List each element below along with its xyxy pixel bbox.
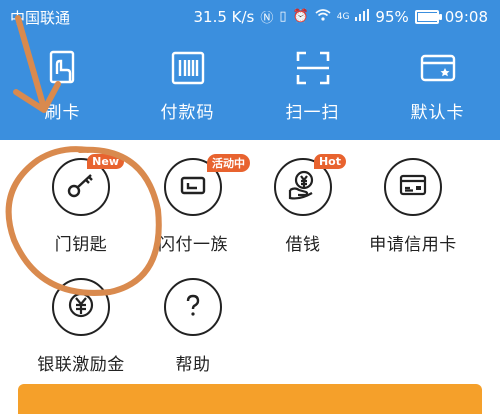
loan-icon	[286, 168, 320, 206]
hot-badge: Hot	[313, 154, 346, 169]
service-icon-circle: 活动中	[164, 154, 250, 216]
vibrate-icon: ▯	[279, 9, 287, 24]
tool-default-card[interactable]: 默认卡	[378, 48, 498, 128]
service-apply-credit-card[interactable]: 申请信用卡	[358, 158, 468, 268]
service-label: 申请信用卡	[369, 235, 457, 255]
quickpass-icon	[177, 169, 209, 205]
service-label: 借钱	[285, 235, 321, 255]
carrier-name: 中国联通	[10, 9, 71, 27]
wifi-icon	[315, 8, 331, 25]
tool-card-swipe[interactable]: 刷卡	[3, 48, 123, 128]
reward-yuan-icon	[65, 289, 97, 325]
tool-label: 付款码	[160, 103, 215, 123]
activity-badge: 活动中	[207, 154, 250, 172]
scan-icon	[293, 48, 333, 88]
service-help[interactable]: 帮助	[138, 278, 248, 388]
service-label: 门钥匙	[54, 235, 108, 255]
service-icon-circle: Hot	[274, 154, 346, 216]
service-label: 银联激励金	[37, 355, 125, 375]
new-badge: New	[87, 154, 124, 169]
battery-percent: 95%	[375, 7, 409, 26]
services-row: 银联激励金 帮助	[0, 278, 500, 388]
promo-banner[interactable]	[18, 384, 482, 414]
card-swipe-icon	[43, 48, 83, 88]
nfc-icon: Ⓝ	[260, 11, 274, 26]
service-label: 闪付一族	[158, 235, 228, 255]
battery-icon	[414, 9, 442, 24]
service-icon-circle: New	[52, 154, 124, 216]
network-speed: 31.5 K/s	[193, 7, 255, 26]
service-unionpay-reward[interactable]: 银联激励金	[26, 278, 136, 388]
services-row: New 门钥匙 活动中 闪付一族 Hot 借钱 申请信用卡	[0, 154, 500, 268]
key-icon	[65, 169, 97, 205]
signal-icon	[355, 8, 370, 25]
tool-scan[interactable]: 扫一扫	[253, 48, 373, 128]
service-label: 帮助	[175, 355, 211, 375]
clock: 09:08	[444, 7, 488, 26]
alarm-icon: ⏰	[292, 9, 309, 24]
service-icon-circle	[164, 278, 222, 336]
service-quickpass[interactable]: 活动中 闪付一族	[138, 154, 250, 268]
tool-label: 刷卡	[44, 103, 81, 123]
network-type: 4G	[336, 11, 350, 22]
barcode-icon	[168, 48, 208, 88]
quick-actions-toolbar: 刷卡 付款码 扫一扫 默认卡	[0, 48, 500, 128]
service-door-key[interactable]: New 门钥匙	[26, 154, 136, 268]
tool-label: 扫一扫	[285, 103, 340, 123]
status-right: 31.5 K/s Ⓝ ▯ ⏰ 4G 95% 09:08	[193, 7, 488, 27]
tool-label: 默认卡	[410, 103, 465, 123]
default-card-icon	[418, 48, 458, 88]
credit-card-icon	[397, 169, 429, 205]
service-loan[interactable]: Hot 借钱	[248, 154, 358, 268]
tool-payment-code[interactable]: 付款码	[128, 48, 248, 128]
help-icon	[178, 290, 208, 324]
service-icon-circle	[52, 278, 110, 336]
status-bar: 中国联通 31.5 K/s Ⓝ ▯ ⏰ 4G 95% 09:08	[0, 0, 500, 32]
header: 中国联通 31.5 K/s Ⓝ ▯ ⏰ 4G 95% 09:08 刷卡 付款码 …	[0, 0, 500, 140]
service-icon-circle	[384, 158, 442, 216]
